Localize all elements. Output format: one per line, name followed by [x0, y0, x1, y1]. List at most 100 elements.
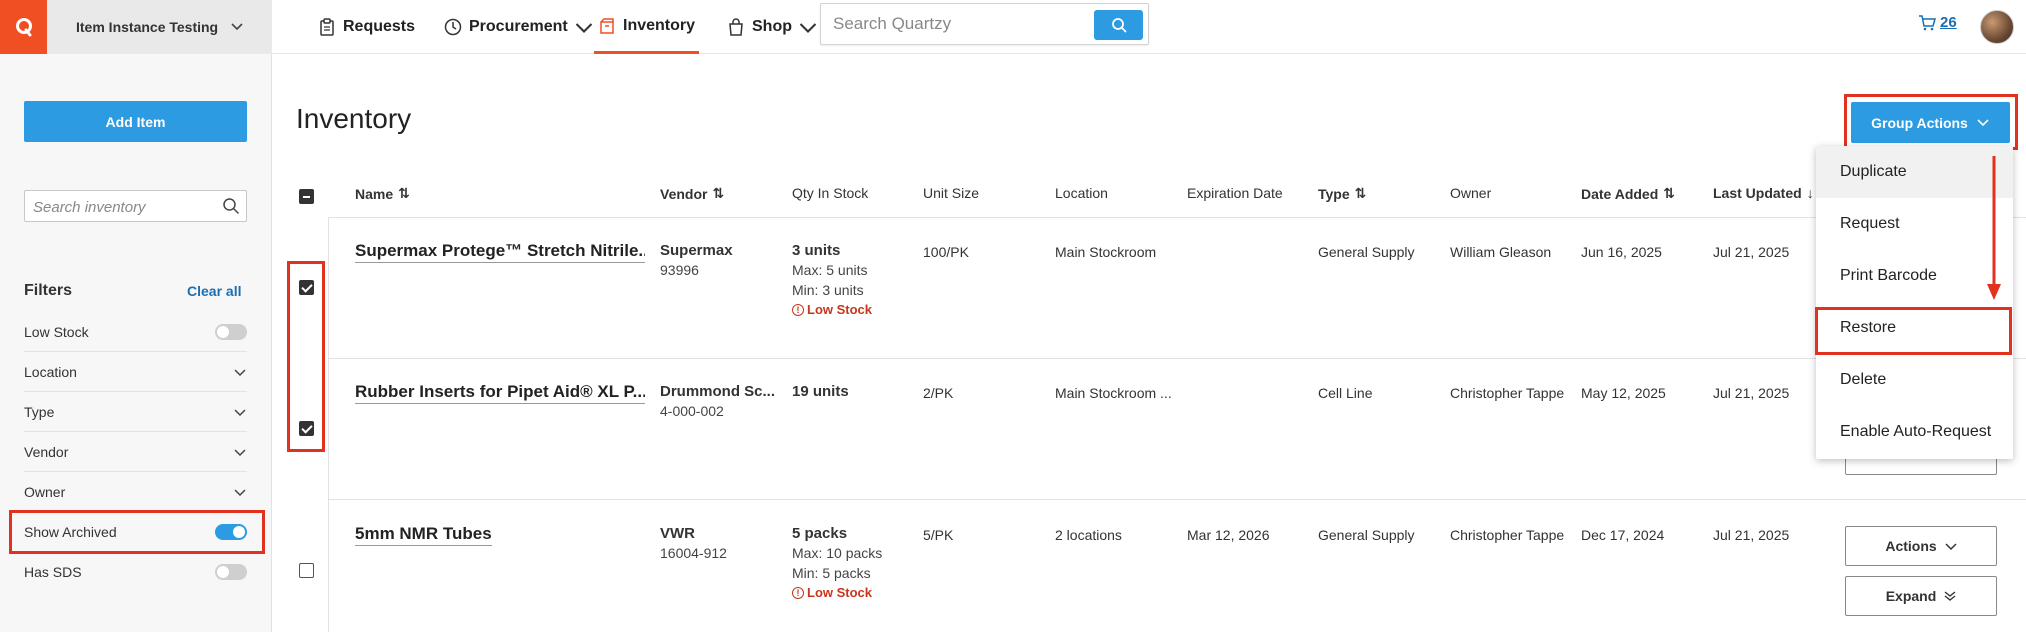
column-label: Vendor — [660, 185, 708, 202]
filter-label: Has SDS — [24, 564, 82, 580]
box-icon — [600, 17, 614, 34]
nav-procurement[interactable]: Procurement — [444, 0, 593, 54]
column-header-owner: Owner — [1450, 185, 1491, 201]
menu-item-delete[interactable]: Delete — [1816, 354, 2013, 406]
inventory-search-input[interactable] — [33, 196, 213, 218]
catalog-number: 93996 — [660, 262, 699, 278]
annotation-arrow-icon — [1987, 156, 2001, 300]
qty-value: 3 units — [792, 242, 841, 259]
qty-value: 19 units — [792, 383, 849, 400]
low-stock-badge: ! Low Stock — [792, 583, 882, 603]
owner-cell: Christopher Tappe — [1450, 385, 1565, 401]
row-checkbox[interactable] — [299, 563, 314, 578]
low-stock-badge: ! Low Stock — [792, 300, 872, 320]
global-search-input[interactable] — [833, 12, 1083, 36]
column-label: Qty In Stock — [792, 185, 869, 201]
item-name-link[interactable]: 5mm NMR Tubes — [355, 523, 492, 546]
global-search-button[interactable] — [1094, 10, 1143, 40]
vendor-name: VWR — [660, 525, 695, 542]
date-added-cell: Jun 16, 2025 — [1581, 244, 1662, 260]
filter-has-sds[interactable]: Has SDS — [24, 552, 247, 592]
global-search — [820, 3, 1149, 45]
filter-owner[interactable]: Owner — [24, 472, 247, 512]
quartzy-logo[interactable] — [0, 0, 47, 54]
restore-highlight — [1815, 307, 2012, 355]
expiration-cell: Mar 12, 2026 — [1187, 527, 1270, 543]
column-header-last-updated[interactable]: Last Updated ↓ — [1713, 185, 1814, 201]
low-stock-toggle[interactable] — [215, 323, 247, 340]
nav-requests-label: Requests — [343, 18, 416, 35]
cart-count: 26 — [1940, 14, 1957, 31]
filter-label: Low Stock — [24, 323, 89, 340]
item-name-link[interactable]: Supermax Protege™ Stretch Nitrile... — [355, 240, 645, 263]
column-label: Location — [1055, 185, 1108, 201]
page-title: Inventory — [296, 103, 412, 134]
bag-icon — [729, 18, 743, 36]
chevron-down-icon — [799, 23, 817, 33]
column-label: Type — [1318, 185, 1350, 202]
add-item-button[interactable]: Add Item — [24, 101, 247, 142]
nav-shop[interactable]: Shop — [727, 0, 817, 54]
vendor-cell: Drummond Sc... 4-000-002 — [660, 383, 775, 421]
sort-icon: ⇅ — [1663, 185, 1676, 201]
type-cell: Cell Line — [1318, 385, 1373, 401]
filter-label: Owner — [24, 483, 66, 500]
clock-dollar-icon — [444, 18, 462, 36]
chevron-down-icon[interactable] — [233, 445, 247, 459]
double-chevron-down-icon — [1944, 591, 1956, 601]
vendor-cell: Supermax 93996 — [660, 242, 733, 280]
nav-inventory[interactable]: Inventory — [594, 0, 700, 54]
owner-cell: Christopher Tappe — [1450, 527, 1565, 543]
clear-all-link[interactable]: Clear all — [187, 283, 241, 299]
row-actions-button[interactable]: Actions — [1845, 526, 1997, 566]
filter-location[interactable]: Location — [24, 352, 247, 392]
low-stock-label: Low Stock — [807, 302, 873, 317]
avatar[interactable] — [1980, 10, 2014, 44]
sort-desc-icon: ↓ — [1806, 185, 1814, 201]
column-label: Unit Size — [923, 185, 980, 201]
inventory-search — [24, 190, 247, 222]
unit-size-cell: 5/PK — [923, 527, 954, 543]
item-name-link[interactable]: Rubber Inserts for Pipet Aid® XL P... — [355, 381, 645, 404]
column-label: Last Updated — [1713, 185, 1802, 201]
filter-label: Location — [24, 363, 77, 380]
chevron-down-icon — [575, 23, 592, 33]
warning-icon: ! — [792, 304, 804, 316]
org-switcher[interactable]: Item Instance Testing — [47, 0, 272, 54]
show-archived-highlight — [9, 510, 265, 554]
table-divider — [329, 358, 2026, 359]
chevron-down-icon — [1945, 543, 1957, 551]
column-header-type[interactable]: Type ⇅ — [1318, 185, 1366, 202]
row-expand-button[interactable]: Expand — [1845, 576, 1997, 616]
column-label: Owner — [1450, 185, 1492, 201]
filter-type[interactable]: Type — [24, 392, 247, 432]
row-actions-label: Actions — [1885, 538, 1937, 554]
chevron-down-icon[interactable] — [233, 365, 247, 379]
table-divider — [329, 499, 2026, 500]
nav-requests[interactable]: Requests — [318, 0, 415, 54]
sort-icon: ⇅ — [1354, 185, 1367, 201]
search-icon[interactable] — [222, 197, 240, 215]
cart-link[interactable]: 26 — [1918, 14, 1957, 31]
type-cell: General Supply — [1318, 244, 1415, 260]
table-left-border — [328, 217, 329, 632]
group-actions-highlight — [1844, 94, 2018, 150]
has-sds-toggle[interactable] — [215, 564, 247, 580]
chevron-down-icon[interactable] — [233, 405, 247, 419]
nav-procurement-label: Procurement — [469, 18, 568, 35]
qty-min: Min: 3 units — [792, 282, 864, 298]
column-header-name[interactable]: Name ⇅ — [355, 185, 410, 202]
filter-label: Vendor — [24, 443, 69, 460]
warning-icon: ! — [792, 587, 804, 599]
chevron-down-icon[interactable] — [233, 485, 247, 499]
select-all-checkbox[interactable] — [299, 189, 314, 204]
search-icon — [1111, 18, 1126, 33]
column-header-date-added[interactable]: Date Added ⇅ — [1581, 185, 1675, 202]
low-stock-label: Low Stock — [807, 585, 873, 600]
filter-low-stock[interactable]: Low Stock — [24, 312, 247, 352]
menu-item-enable-auto-request[interactable]: Enable Auto-Request — [1816, 406, 2013, 458]
qty-min: Min: 5 packs — [792, 565, 871, 581]
top-bar: Item Instance Testing Requests Procureme… — [0, 0, 2026, 54]
filter-vendor[interactable]: Vendor — [24, 432, 247, 472]
column-header-vendor[interactable]: Vendor ⇅ — [660, 185, 724, 202]
